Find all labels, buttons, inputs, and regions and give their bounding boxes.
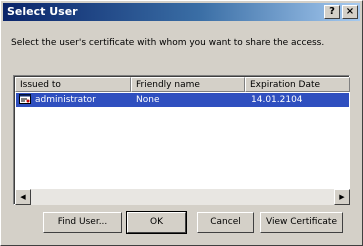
help-button[interactable]: ? [324,5,340,19]
view-certificate-button[interactable]: View Certificate [260,212,343,233]
column-header-issued-to[interactable]: Issued to [15,77,131,92]
instruction-text: Select the user's certificate with whom … [11,38,325,48]
certificate-list-inner: Issued to Friendly name Expiration Date … [14,76,350,205]
title-bar[interactable]: Select User ? × [3,3,360,21]
cancel-button[interactable]: Cancel [197,212,254,233]
close-button[interactable]: × [342,5,358,19]
list-header: Issued to Friendly name Expiration Date [15,77,350,92]
cell-issued-to: administrator [35,95,96,105]
table-row[interactable]: administrator None 14.01.2104 [16,93,349,107]
window-title: Select User [7,5,78,18]
find-user-button[interactable]: Find User... [43,212,122,233]
horizontal-scrollbar[interactable]: ◀ ▶ [15,189,350,205]
scroll-right-button[interactable]: ▶ [334,189,350,205]
ok-button[interactable]: OK [126,211,187,234]
select-user-dialog: Select User ? × Select the user's certif… [0,0,363,246]
cell-friendly-name: None [136,95,160,105]
cell-expiration-date: 14.01.2104 [251,95,303,105]
certificate-icon [19,94,31,104]
column-header-friendly-name[interactable]: Friendly name [131,77,245,92]
scroll-left-button[interactable]: ◀ [15,189,31,205]
column-header-expiration-date[interactable]: Expiration Date [245,77,350,92]
certificate-list[interactable]: Issued to Friendly name Expiration Date … [13,75,350,205]
